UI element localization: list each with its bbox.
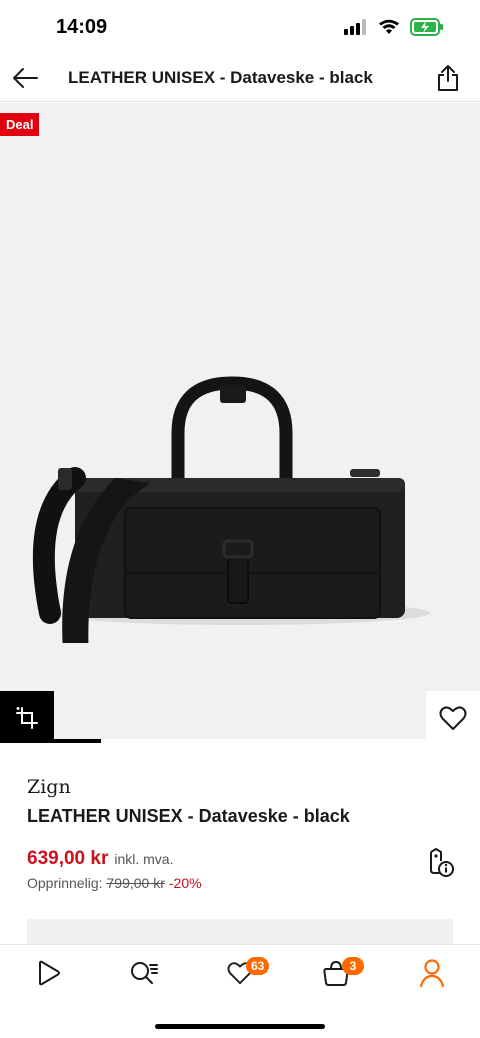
back-button[interactable]: [8, 62, 42, 94]
search-list-icon: [131, 962, 158, 984]
brand-name[interactable]: Zign: [27, 776, 71, 798]
original-label: Opprinnelig:: [27, 875, 103, 891]
image-progress-fill: [54, 739, 101, 743]
product-gallery[interactable]: Deal: [0, 103, 480, 743]
tab-wishlist[interactable]: 63: [216, 953, 270, 993]
tab-bag[interactable]: 3: [312, 953, 364, 993]
navigation-bar: LEATHER UNISEX - Dataveske - black: [0, 54, 480, 102]
price-tag-info-icon: [430, 848, 454, 877]
discount-percent: -20%: [168, 875, 202, 891]
current-price: 639,00 kr: [27, 848, 109, 869]
crop-similar-icon: [16, 707, 38, 729]
original-price-row: Opprinnelig: 799,00 kr -20%: [27, 875, 202, 891]
play-icon: [39, 960, 60, 986]
find-similar-button[interactable]: [0, 691, 54, 743]
image-progress-track: [54, 739, 426, 743]
wifi-icon: [378, 19, 400, 40]
deal-badge: Deal: [0, 113, 40, 136]
product-name: LEATHER UNISEX - Dataveske - black: [27, 806, 350, 826]
heart-outline-icon: [439, 706, 467, 730]
briefcase-product-image: [32, 376, 430, 643]
price-row: 639,00 kr inkl. mva.: [27, 848, 173, 870]
tab-profile[interactable]: [408, 953, 456, 993]
page-title: LEATHER UNISEX - Dataveske - black: [68, 68, 373, 87]
price-info-button[interactable]: [422, 845, 458, 881]
status-icons: [344, 18, 444, 41]
vat-note: inkl. mva.: [114, 851, 174, 867]
profile-icon: [419, 959, 445, 988]
arrow-left-icon: [13, 68, 38, 88]
share-button[interactable]: [432, 62, 464, 94]
status-bar: 14:09: [0, 0, 480, 54]
battery-charging-icon: [410, 18, 444, 41]
original-price: 799,00 kr: [106, 875, 165, 891]
share-icon: [438, 65, 458, 91]
add-to-wishlist-button[interactable]: [426, 691, 480, 743]
tab-search[interactable]: [120, 953, 168, 993]
bag-count-badge: 3: [342, 957, 364, 975]
cellular-signal-icon: [344, 19, 368, 40]
bottom-tab-bar: 63 3: [0, 944, 480, 1038]
wishlist-count-badge: 63: [246, 957, 270, 975]
status-time: 14:09: [56, 16, 108, 38]
home-indicator: [155, 1024, 325, 1029]
tab-discover[interactable]: [24, 953, 72, 993]
